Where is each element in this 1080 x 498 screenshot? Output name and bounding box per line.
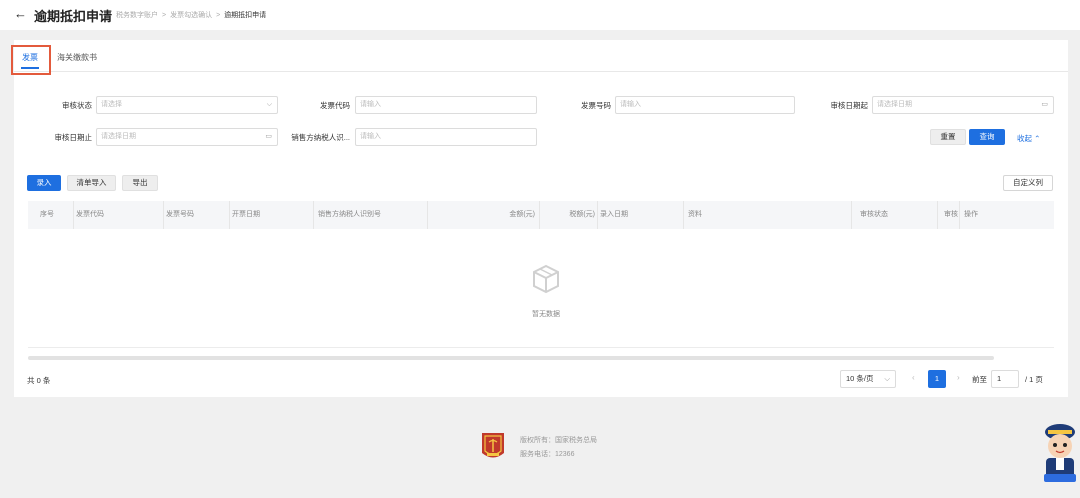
table-header: 序号 发票代码 发票号码 开票日期 销售方纳税人识别号 金额(元) 税额(元) … — [28, 201, 1054, 229]
goto-page-value: 1 — [997, 374, 1002, 383]
list-import-button[interactable]: 清单导入 — [67, 175, 116, 191]
invoice-number-placeholder: 请输入 — [620, 101, 641, 108]
breadcrumb-item[interactable]: 发票勾选确认 — [170, 12, 212, 19]
chevron-down-icon: ⌵ — [266, 101, 272, 108]
breadcrumb-current: 逾期抵扣申请 — [224, 12, 267, 19]
empty-box-icon — [533, 264, 559, 294]
column-header: 金额(元) — [428, 201, 540, 229]
invoice-code-placeholder: 请输入 — [360, 101, 381, 108]
total-count: 共 0 条 — [27, 376, 51, 385]
page-title: 逾期抵扣申请 — [34, 9, 113, 24]
seller-tax-id-input[interactable]: 请输入 — [355, 128, 537, 146]
calendar-icon: ▭ — [1041, 101, 1048, 108]
page-size-select[interactable]: 10 条/页 ⌵ — [840, 370, 896, 388]
review-status-label: 审核状态 — [62, 101, 92, 110]
review-date-start-label: 审核日期起 — [830, 101, 869, 110]
empty-text: 暂无数据 — [532, 311, 560, 318]
custom-columns-button[interactable]: 自定义列 — [1003, 175, 1053, 191]
calendar-icon: ▭ — [265, 133, 272, 140]
footer-hotline: 服务电话：12366 — [520, 451, 575, 458]
page-size-value: 10 条/页 — [846, 374, 874, 383]
column-header: 审核状态 — [852, 201, 938, 229]
reset-button[interactable]: 重置 — [930, 129, 966, 145]
review-date-start-placeholder: 请选择日期 — [877, 101, 912, 108]
column-header: 开票日期 — [230, 201, 314, 229]
tab-active-underline — [21, 67, 39, 69]
chevron-down-icon: ⌵ — [884, 374, 890, 383]
query-button[interactable]: 查询 — [969, 129, 1005, 145]
seller-tax-id-placeholder: 请输入 — [360, 133, 381, 140]
review-status-select[interactable]: 请选择 ⌵ — [96, 96, 278, 114]
footer-copyright: 版权所有：国家税务总局 — [520, 437, 597, 444]
chevron-right-icon: > — [216, 12, 221, 19]
entry-button[interactable]: 录入 — [27, 175, 61, 191]
review-date-end-placeholder: 请选择日期 — [101, 133, 136, 140]
export-button[interactable]: 导出 — [122, 175, 158, 191]
prev-page-icon[interactable]: ‹ — [912, 373, 915, 382]
column-header: 销售方纳税人识别号 — [314, 201, 428, 229]
arrow-left-icon[interactable]: ← — [14, 6, 27, 21]
main-panel: 发票 海关缴款书 审核状态 请选择 ⌵ 发票代码 请输入 发票号码 请输入 审核… — [11, 40, 1068, 397]
column-header: 发票代码 — [74, 201, 164, 229]
next-page-icon[interactable]: › — [957, 373, 960, 382]
tab-bar: 发票 海关缴款书 — [11, 40, 1068, 75]
assistant-mascot-icon[interactable] — [1040, 418, 1080, 484]
chevron-right-icon: > — [162, 12, 167, 19]
breadcrumb-item[interactable]: 税务数字账户 — [116, 12, 158, 19]
column-header: 税额(元) — [540, 201, 598, 229]
breadcrumb: 税务数字账户 > 发票勾选确认 > 逾期抵扣申请 — [116, 10, 266, 20]
column-header: 操作 — [964, 211, 978, 218]
seller-tax-id-label: 销售方纳税人识... — [291, 133, 350, 142]
collapse-label: 收起 — [1017, 134, 1032, 143]
column-header: 录入日期 — [598, 201, 684, 229]
total-pages: / 1 页 — [1025, 375, 1043, 384]
invoice-number-label: 发票号码 — [581, 101, 611, 110]
divider — [28, 347, 1054, 348]
goto-page-input[interactable]: 1 — [991, 370, 1019, 388]
column-header: 发票号码 — [164, 201, 230, 229]
page-number-current[interactable]: 1 — [928, 370, 946, 388]
review-date-end-picker[interactable]: 请选择日期 ▭ — [96, 128, 278, 146]
tab-customs-payment[interactable]: 海关缴款书 — [57, 52, 97, 63]
review-date-end-label: 审核日期止 — [54, 133, 93, 142]
goto-label: 前至 — [972, 375, 987, 384]
column-header: 审核 — [938, 201, 960, 229]
column-header: 资料 — [684, 201, 852, 229]
tab-invoice[interactable]: 发票 — [22, 52, 38, 63]
invoice-number-input[interactable]: 请输入 — [615, 96, 795, 114]
top-bar: ← 逾期抵扣申请 税务数字账户 > 发票勾选确认 > 逾期抵扣申请 — [0, 0, 1080, 30]
column-header: 序号 — [28, 201, 74, 229]
horizontal-scrollbar[interactable] — [28, 356, 994, 360]
chevron-up-icon: ⌃ — [1034, 134, 1041, 143]
collapse-toggle[interactable]: 收起 ⌃ — [1017, 133, 1040, 144]
tax-emblem-logo — [482, 433, 504, 458]
invoice-code-label: 发票代码 — [320, 101, 350, 110]
invoice-code-input[interactable]: 请输入 — [355, 96, 537, 114]
review-date-start-picker[interactable]: 请选择日期 ▭ — [872, 96, 1054, 114]
review-status-placeholder: 请选择 — [101, 101, 122, 108]
